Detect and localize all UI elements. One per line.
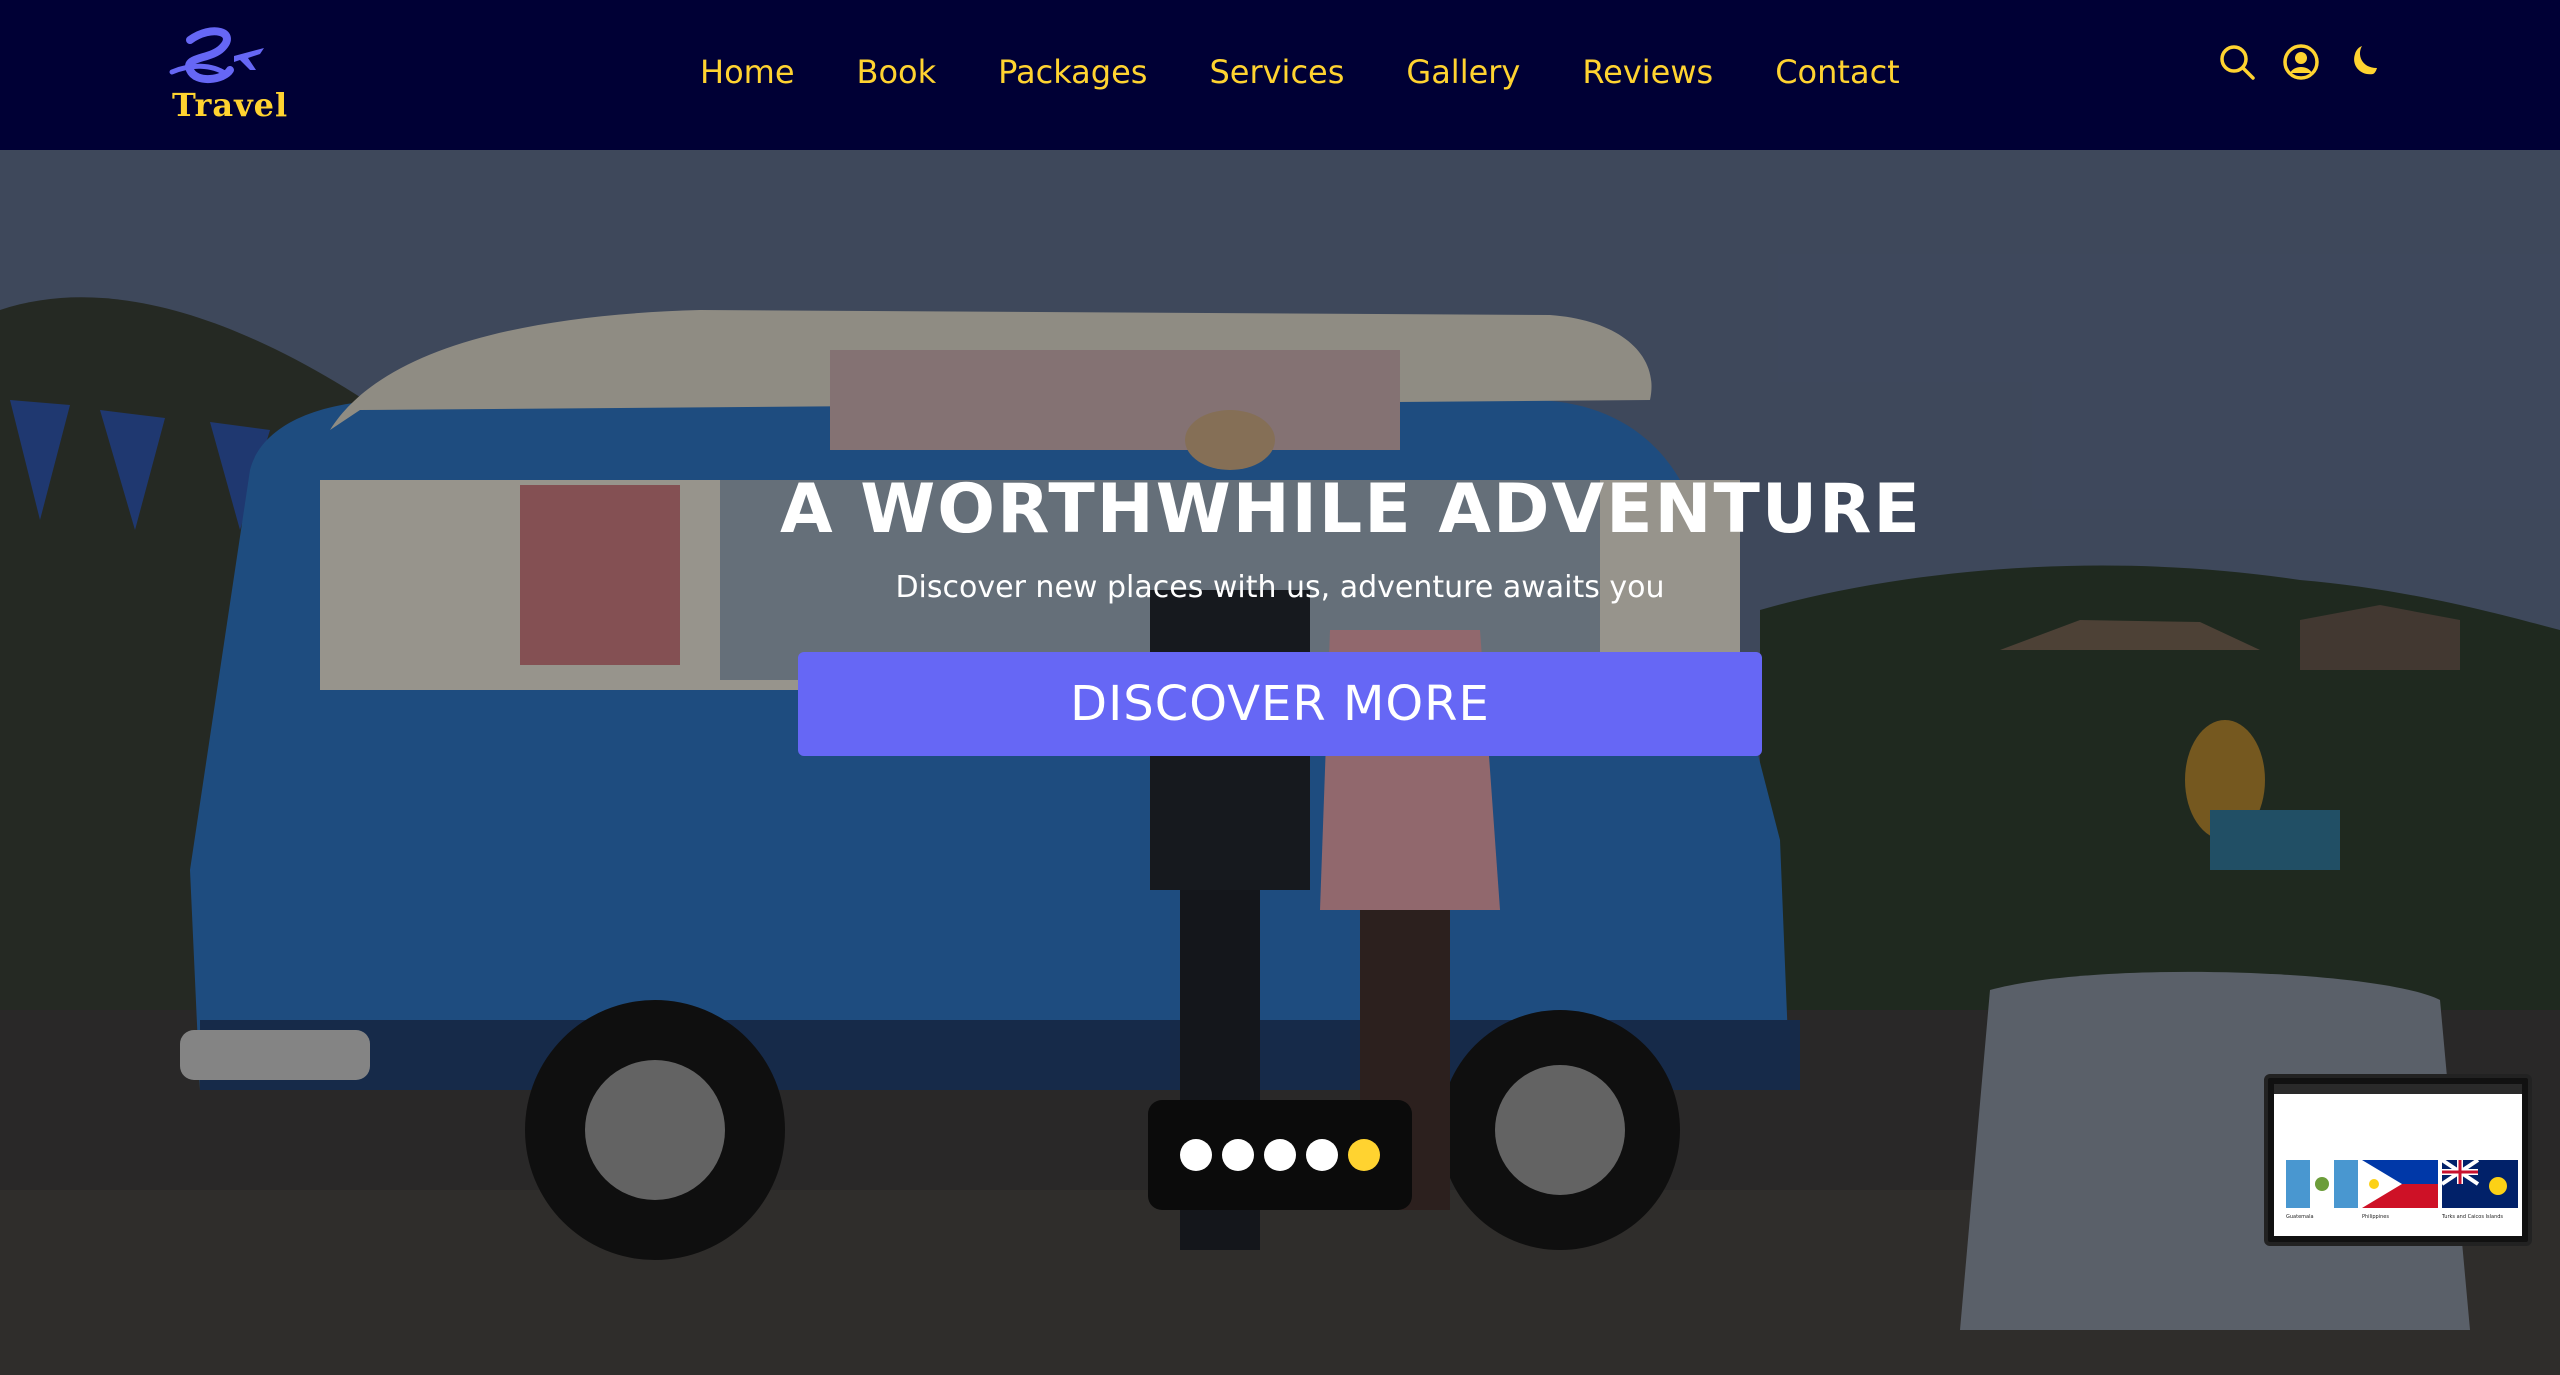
nav-link-packages[interactable]: Packages [998, 53, 1147, 91]
carousel-dot[interactable] [1264, 1139, 1296, 1171]
preview-screen: Guatemala Philippines Turks and Caicos I… [2274, 1084, 2522, 1236]
carousel-dot[interactable] [1306, 1139, 1338, 1171]
preview-browser-bar [2274, 1084, 2522, 1094]
carousel-dot[interactable] [1222, 1139, 1254, 1171]
hero-title: A WORTHWHILE ADVENTURE [780, 470, 1922, 549]
preview-thumbnail[interactable]: Guatemala Philippines Turks and Caicos I… [2264, 1074, 2532, 1246]
turks-caicos-flag-icon [2442, 1160, 2518, 1208]
logo[interactable]: Travel [160, 26, 287, 126]
guatemala-flag-icon [2286, 1160, 2358, 1208]
preview-caption: Philippines [2362, 1214, 2389, 1220]
main-nav: Home Book Packages Services Gallery Revi… [700, 42, 1900, 102]
nav-link-book[interactable]: Book [857, 53, 937, 91]
nav-link-services[interactable]: Services [1209, 53, 1344, 91]
user-icon[interactable] [2279, 40, 2323, 84]
carousel-dot[interactable] [1180, 1139, 1212, 1171]
nav-link-contact[interactable]: Contact [1775, 53, 1900, 91]
carousel-indicators [1148, 1100, 1412, 1210]
hero-content: A WORTHWHILE ADVENTURE Discover new plac… [780, 470, 1922, 608]
nav-icons [2215, 40, 2387, 84]
logo-text: Travel [172, 86, 289, 124]
search-icon[interactable] [2215, 40, 2259, 84]
preview-caption: Guatemala [2286, 1214, 2314, 1220]
navbar: Travel Home Book Packages Services Galle… [0, 0, 2560, 150]
philippines-flag-icon [2362, 1160, 2438, 1208]
nav-link-reviews[interactable]: Reviews [1582, 53, 1713, 91]
moon-icon[interactable] [2343, 40, 2387, 84]
hero-section: A WORTHWHILE ADVENTURE Discover new plac… [0, 150, 2560, 1375]
hero-subtitle: Discover new places with us, adventure a… [895, 570, 1665, 605]
discover-more-button[interactable]: DISCOVER MORE [798, 652, 1762, 756]
nav-link-gallery[interactable]: Gallery [1406, 53, 1520, 91]
carousel-dot[interactable] [1348, 1139, 1380, 1171]
preview-caption: Turks and Caicos Islands [2442, 1214, 2504, 1220]
nav-link-home[interactable]: Home [700, 53, 795, 91]
